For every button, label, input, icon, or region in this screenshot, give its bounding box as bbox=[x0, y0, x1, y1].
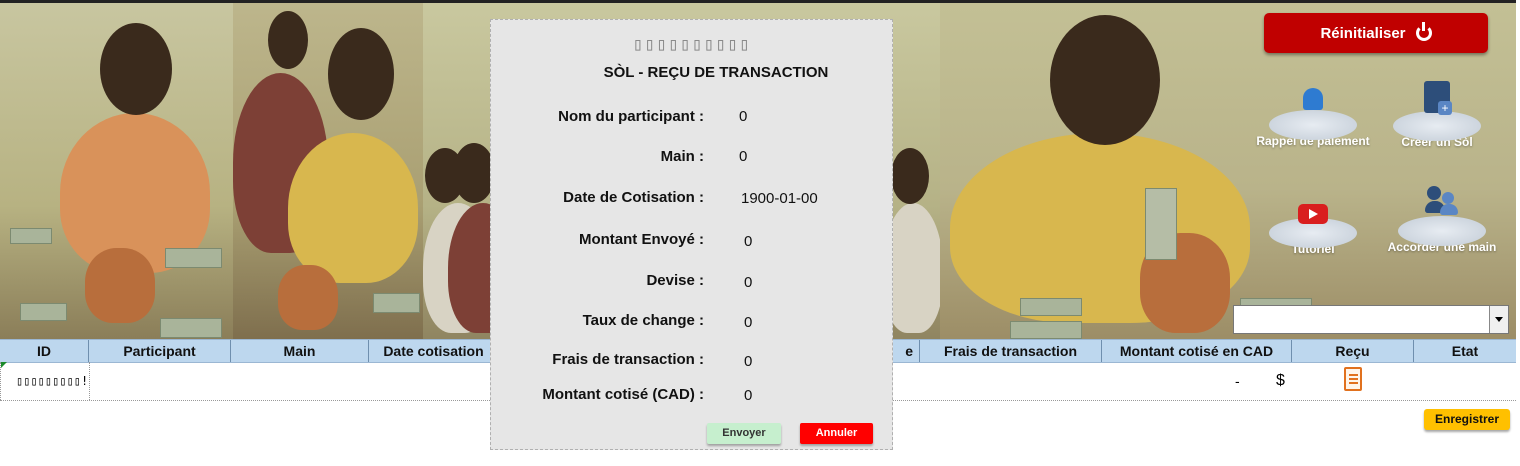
payment-reminder-button[interactable]: Rappel de paiement bbox=[1248, 88, 1378, 148]
new-document-icon bbox=[1424, 81, 1452, 115]
col-id: ID bbox=[0, 340, 89, 362]
save-button[interactable]: Enregistrer bbox=[1424, 409, 1510, 430]
photo-panel-2 bbox=[233, 3, 423, 341]
chevron-down-icon[interactable] bbox=[1489, 306, 1508, 333]
receipt-dialog: ▯▯▯▯▯▯▯▯▯▯ SÒL - REÇU DE TRANSACTION Nom… bbox=[490, 19, 893, 450]
cancel-button[interactable]: Annuler bbox=[800, 423, 873, 444]
photo-panel-4 bbox=[940, 3, 1516, 341]
dialog-title: SÒL - REÇU DE TRANSACTION bbox=[603, 64, 829, 81]
field-label-main: Main : bbox=[660, 148, 704, 165]
row-id: ▯▯▯▯▯▯▯▯▯! bbox=[16, 374, 89, 388]
row-currency: $ bbox=[1276, 372, 1285, 389]
reset-label: Réinitialiser bbox=[1320, 24, 1406, 42]
receipt-icon[interactable] bbox=[1341, 366, 1367, 394]
field-value-exchange-rate: 0 bbox=[744, 314, 753, 331]
people-icon bbox=[1425, 186, 1459, 216]
field-value-fees: 0 bbox=[744, 353, 753, 370]
tutorial-button[interactable]: Tutoriel bbox=[1248, 198, 1378, 256]
field-value-amount-sent: 0 bbox=[744, 233, 753, 250]
col-participant: Participant bbox=[89, 340, 231, 362]
youtube-play-icon bbox=[1298, 204, 1328, 224]
field-label-date: Date de Cotisation : bbox=[563, 189, 704, 206]
dialog-glyphs: ▯▯▯▯▯▯▯▯▯▯ bbox=[632, 34, 751, 55]
field-label-exchange-rate: Taux de change : bbox=[582, 312, 704, 329]
grant-hand-button[interactable]: Accorder une main bbox=[1377, 186, 1507, 254]
cell-indicator bbox=[1, 362, 7, 368]
field-value-amount-cad: 0 bbox=[744, 387, 753, 404]
photo-panel-1 bbox=[0, 3, 233, 341]
send-button[interactable]: Envoyer bbox=[707, 423, 781, 444]
col-state: Etat bbox=[1451, 343, 1479, 359]
row-amount-dash: - bbox=[1235, 373, 1240, 389]
create-sol-button[interactable]: Créer un Sòl bbox=[1372, 81, 1502, 149]
reset-button[interactable]: Réinitialiser bbox=[1264, 13, 1488, 53]
field-label-participant: Nom du participant : bbox=[558, 108, 704, 125]
col-transaction-fees: Frais de transaction bbox=[920, 340, 1102, 362]
col-main: Main bbox=[231, 340, 369, 362]
field-label-fees: Frais de transaction : bbox=[552, 351, 704, 368]
field-label-amount-sent: Montant Envoyé : bbox=[578, 231, 704, 248]
field-value-main: 0 bbox=[739, 148, 748, 165]
field-value-participant: 0 bbox=[739, 108, 748, 125]
power-icon bbox=[1415, 22, 1432, 41]
col-amount-cad: Montant cotisé en CAD bbox=[1102, 340, 1292, 362]
field-value-currency: 0 bbox=[744, 274, 753, 291]
participant-dropdown[interactable] bbox=[1233, 305, 1509, 334]
field-value-date: 1900-01-00 bbox=[741, 190, 818, 207]
col-receipt: Reçu bbox=[1292, 340, 1414, 362]
field-label-currency: Devise : bbox=[646, 272, 704, 289]
col-date-cotisation: Date cotisation bbox=[369, 340, 499, 362]
bell-icon bbox=[1303, 88, 1323, 110]
field-label-amount-cad: Montant cotisé (CAD) : bbox=[542, 386, 704, 403]
